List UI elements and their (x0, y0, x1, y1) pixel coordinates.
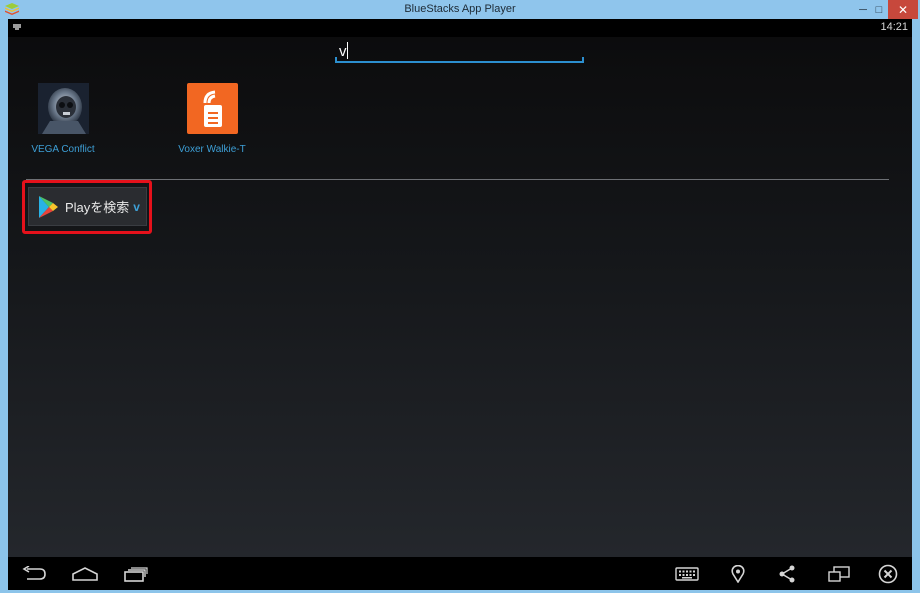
share-button[interactable] (776, 564, 798, 584)
vega-conflict-app-icon (38, 83, 89, 134)
text-cursor (347, 42, 348, 59)
android-screen: 14:21 v VEGA Conflict Voxer Walkie-T Pla… (8, 19, 912, 557)
recent-apps-button[interactable] (122, 564, 150, 584)
google-play-icon (39, 195, 58, 218)
status-bar: 14:21 (8, 19, 912, 37)
keyboard-button[interactable] (674, 564, 700, 584)
results-divider (26, 179, 889, 180)
close-button[interactable]: ✕ (888, 0, 918, 19)
app-label: VEGA Conflict (31, 144, 95, 155)
app-result-vega-conflict[interactable]: VEGA Conflict (13, 83, 113, 163)
screen-resize-icon (828, 566, 850, 582)
search-input[interactable] (339, 42, 579, 60)
screen-resize-button[interactable] (826, 564, 852, 584)
close-app-button[interactable] (876, 564, 900, 584)
title-bar[interactable]: BlueStacks App Player ─ □ ✕ (0, 0, 920, 19)
location-button[interactable] (728, 564, 748, 584)
location-icon (731, 565, 745, 583)
voxer-walkie-talkie-app-icon (187, 83, 238, 134)
maximize-button[interactable]: □ (872, 0, 886, 19)
home-button[interactable] (70, 564, 100, 584)
search-play-button[interactable]: Playを検索 v (28, 187, 147, 226)
share-icon (779, 565, 795, 583)
app-result-voxer-walkie-talkie[interactable]: Voxer Walkie-T (162, 83, 262, 163)
status-clock: 14:21 (880, 21, 908, 33)
recent-apps-icon (124, 567, 148, 582)
window-title: BlueStacks App Player (404, 3, 516, 15)
bluestacks-window: BlueStacks App Player ─ □ ✕ 14:21 v VEGA… (0, 0, 920, 593)
back-icon (22, 566, 46, 580)
minimize-button[interactable]: ─ (856, 0, 870, 19)
play-search-label: Playを検索 (65, 200, 130, 215)
back-button[interactable] (20, 564, 48, 584)
keyboard-icon (675, 567, 699, 581)
close-circle-icon (878, 564, 898, 584)
notification-icon (13, 24, 21, 30)
app-label: Voxer Walkie-T (178, 144, 246, 155)
search-field[interactable] (335, 39, 584, 63)
home-icon (72, 567, 98, 581)
play-search-query: v (133, 199, 140, 214)
bottom-nav-bar (8, 557, 912, 590)
